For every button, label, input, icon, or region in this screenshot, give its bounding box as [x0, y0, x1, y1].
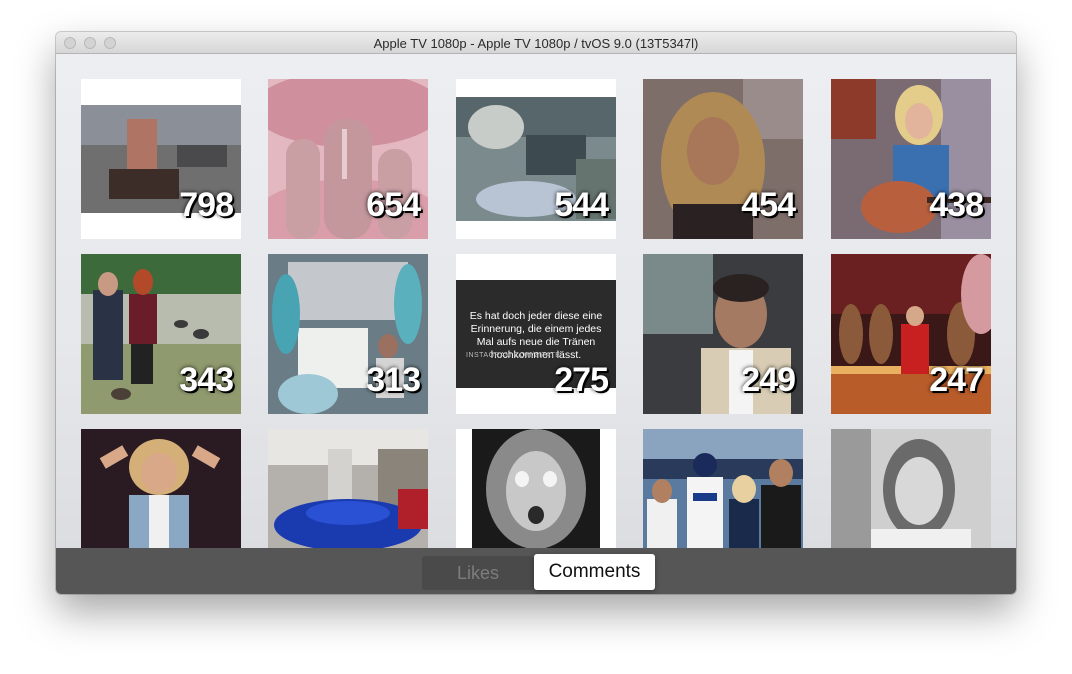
tile-count: 798 [179, 186, 234, 224]
photo-tile[interactable]: 798 [81, 79, 241, 239]
tab-bar: Likes Comments [56, 548, 1016, 594]
photo-tile[interactable] [831, 429, 991, 548]
photo-tile[interactable]: 343 [81, 254, 241, 414]
photo-tile[interactable]: 249 [643, 254, 803, 414]
photo-tile[interactable] [268, 429, 428, 548]
photo-tile[interactable]: 438 [831, 79, 991, 239]
tile-count: 247 [929, 361, 984, 399]
photo-tile[interactable] [643, 429, 803, 548]
window-title: Apple TV 1080p - Apple TV 1080p / tvOS 9… [373, 36, 699, 51]
photo-tile[interactable]: Es hat doch jeder diese eine Erinnerung,… [456, 254, 616, 414]
photo-tile[interactable]: 654 [268, 79, 428, 239]
tile-count: 438 [929, 186, 984, 224]
photo-tile[interactable]: 247 [831, 254, 991, 414]
tile-count: 275 [554, 361, 609, 399]
quote-source: INSTAGRAM.COM/ZITATE [466, 352, 561, 359]
photo-image [472, 429, 600, 548]
photo-image [831, 429, 991, 548]
simulator-window: Apple TV 1080p - Apple TV 1080p / tvOS 9… [56, 32, 1016, 594]
photo-image [643, 429, 803, 548]
tab-likes[interactable]: Likes [422, 556, 534, 590]
tile-count: 249 [741, 361, 796, 399]
tab-comments[interactable]: Comments [534, 554, 655, 590]
tile-count: 313 [366, 361, 421, 399]
photo-tile[interactable] [456, 429, 616, 548]
photo-image [268, 429, 428, 548]
photo-tile[interactable]: 544 [456, 79, 616, 239]
tile-count: 343 [179, 361, 234, 399]
photo-tile[interactable] [81, 429, 241, 548]
photo-tile[interactable]: 313 [268, 254, 428, 414]
photo-grid: 798 654 544 454 438 343 313 Es hat doch … [56, 54, 1016, 548]
title-bar: Apple TV 1080p - Apple TV 1080p / tvOS 9… [56, 32, 1016, 54]
tile-count: 544 [554, 186, 609, 224]
tile-count: 454 [741, 186, 796, 224]
tile-count: 654 [366, 186, 421, 224]
photo-image [81, 429, 241, 548]
photo-tile[interactable]: 454 [643, 79, 803, 239]
